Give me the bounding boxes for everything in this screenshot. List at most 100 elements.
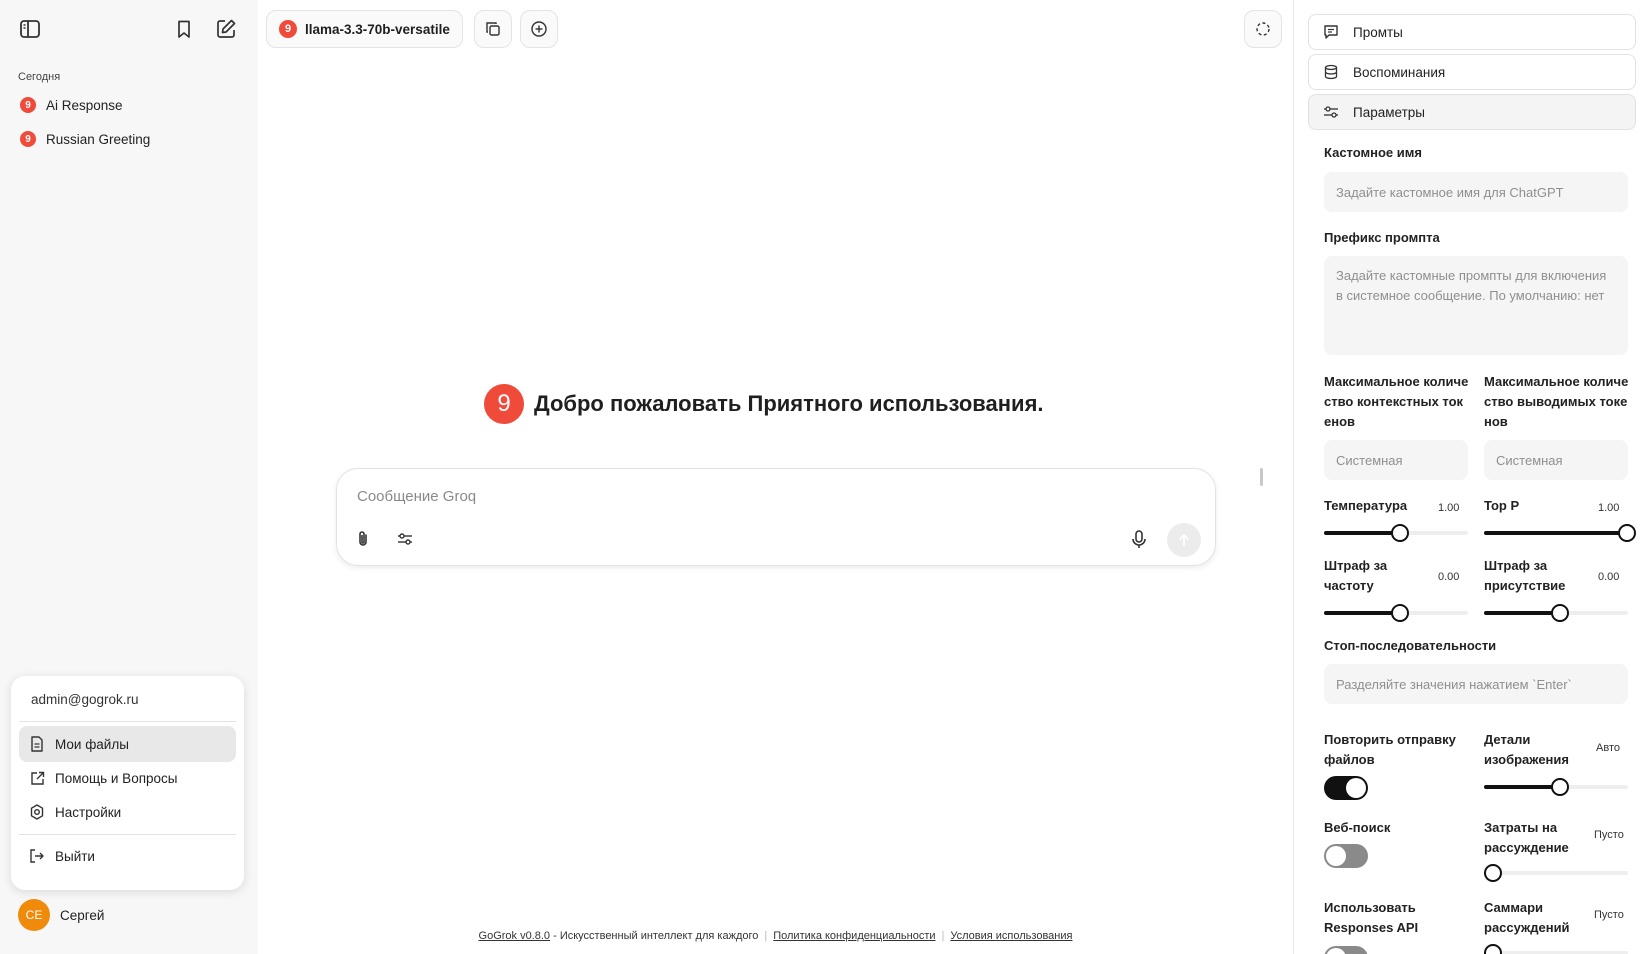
- user-email: admin@gogrok.ru: [31, 692, 139, 707]
- stop-sequences-label: Стоп-последовательности: [1324, 638, 1497, 653]
- tab-label: Воспоминания: [1353, 64, 1446, 80]
- menu-item-settings[interactable]: Настройки: [19, 794, 236, 830]
- custom-name-label: Кастомное имя: [1324, 145, 1422, 160]
- prompt-prefix-label: Префикс промпта: [1324, 230, 1440, 245]
- left-sidebar: Сегодня 9 Ai Response 9 Russian Greeting…: [0, 0, 258, 954]
- presence-penalty-slider[interactable]: [1484, 604, 1628, 622]
- web-search-label: Веб-поиск: [1324, 820, 1391, 835]
- reasoning-cost-label: Затраты на рассуждение: [1484, 820, 1569, 855]
- tab-parameters[interactable]: Параметры: [1308, 94, 1636, 130]
- resend-files-toggle[interactable]: [1324, 776, 1368, 800]
- new-chat-icon[interactable]: [213, 16, 239, 42]
- stop-sequences-input[interactable]: [1324, 664, 1628, 704]
- chat-item[interactable]: 9 Russian Greeting: [12, 123, 248, 155]
- image-detail-slider[interactable]: [1484, 778, 1628, 796]
- temporary-chat-button[interactable]: [1244, 10, 1282, 48]
- footer-separator: |: [764, 930, 768, 942]
- custom-name-input[interactable]: [1324, 172, 1628, 212]
- temperature-label: Температура: [1324, 498, 1408, 513]
- arrow-up-icon: [1177, 533, 1191, 547]
- tab-label: Промты: [1353, 24, 1403, 40]
- footer: GoGrok v0.8.0 - Искусственный интеллект …: [258, 930, 1293, 942]
- add-model-button[interactable]: [520, 10, 558, 48]
- groq-logo-icon: 9: [20, 97, 36, 113]
- chat-item-label: Ai Response: [46, 97, 123, 113]
- image-detail-label: Детали изображения: [1484, 732, 1569, 767]
- menu-item-my-files[interactable]: Мои файлы: [19, 726, 236, 762]
- top-p-label: Top P: [1484, 498, 1520, 513]
- chat-item-label: Russian Greeting: [46, 131, 151, 147]
- welcome-text: Добро пожаловать Приятного использования…: [534, 391, 1044, 416]
- file-icon: [29, 736, 45, 752]
- logout-icon: [29, 848, 45, 864]
- copy-model-button[interactable]: [474, 10, 512, 48]
- tab-label: Параметры: [1353, 104, 1425, 120]
- privacy-link[interactable]: Политика конфиденциальности: [773, 930, 935, 942]
- message-composer: [336, 468, 1216, 566]
- menu-item-label: Настройки: [55, 804, 122, 820]
- welcome-banner: 9 Добро пожаловать Приятного использован…: [484, 384, 1044, 424]
- user-profile-button[interactable]: СЕ Сергей: [18, 899, 104, 931]
- top-p-slider[interactable]: [1484, 524, 1636, 542]
- menu-divider: [19, 834, 236, 835]
- max-output-label: Максимальное количество выводимых токено…: [1484, 374, 1629, 429]
- freq-penalty-value: 0.00: [1438, 571, 1460, 583]
- tab-memories[interactable]: Воспоминания: [1308, 54, 1636, 90]
- section-label-today: Сегодня: [18, 71, 61, 83]
- settings-sliders-icon[interactable]: [391, 525, 419, 553]
- database-icon: [1323, 64, 1339, 80]
- terms-link[interactable]: Условия использования: [950, 930, 1072, 942]
- footer-brand-link[interactable]: GoGrok v0.8.0: [479, 930, 551, 942]
- max-context-label: Максимальное количество контекстных токе…: [1324, 374, 1469, 429]
- avatar: СЕ: [18, 899, 50, 931]
- gear-icon: [29, 804, 45, 820]
- resend-files-label: Повторить отправку файлов: [1324, 732, 1456, 767]
- freq-penalty-label: Штраф за частоту: [1324, 558, 1388, 593]
- prompt-prefix-textarea[interactable]: Задайте кастомные промпты для включения …: [1324, 256, 1628, 355]
- menu-item-help[interactable]: Помощь и Вопросы: [19, 760, 236, 796]
- tab-prompts[interactable]: Промты: [1308, 14, 1636, 50]
- responses-api-toggle[interactable]: [1324, 946, 1368, 954]
- menu-item-label: Мои файлы: [55, 736, 129, 752]
- microphone-icon[interactable]: [1125, 525, 1153, 553]
- footer-separator: |: [941, 930, 945, 942]
- freq-penalty-slider[interactable]: [1324, 604, 1468, 622]
- right-settings-panel: Промты Воспоминания Параметры Кастомное …: [1293, 0, 1644, 954]
- message-input[interactable]: [357, 483, 1177, 509]
- temperature-slider[interactable]: [1324, 524, 1468, 542]
- presence-penalty-label: Штраф за присутствие: [1484, 558, 1566, 593]
- presence-penalty-value: 0.00: [1598, 571, 1620, 583]
- menu-item-label: Помощь и Вопросы: [55, 770, 178, 786]
- groq-logo-icon: 9: [20, 131, 36, 147]
- temperature-value: 1.00: [1438, 502, 1460, 514]
- reasoning-cost-slider[interactable]: [1484, 864, 1628, 882]
- menu-item-label: Выйти: [55, 848, 95, 864]
- reasoning-summary-slider[interactable]: [1484, 944, 1628, 954]
- user-name: Сергей: [60, 907, 105, 923]
- dashed-chat-icon: [1255, 21, 1271, 37]
- attach-icon[interactable]: [349, 525, 377, 553]
- chat-item[interactable]: 9 Ai Response: [12, 89, 248, 121]
- model-name: llama-3.3-70b-versatile: [305, 21, 450, 37]
- max-output-input[interactable]: [1484, 440, 1628, 480]
- groq-logo-icon: 9: [484, 384, 524, 424]
- image-detail-value: Авто: [1596, 742, 1620, 754]
- user-menu: admin@gogrok.ru Мои файлы Помощь и Вопро…: [11, 676, 244, 890]
- reasoning-cost-value: Пусто: [1594, 829, 1624, 841]
- send-button[interactable]: [1167, 523, 1201, 557]
- menu-item-logout[interactable]: Выйти: [19, 838, 236, 874]
- model-selector[interactable]: 9 llama-3.3-70b-versatile: [266, 10, 463, 48]
- responses-api-label: Использовать Responses API: [1324, 900, 1419, 935]
- scrollbar-thumb[interactable]: [1260, 468, 1263, 486]
- groq-logo-icon: 9: [279, 20, 297, 38]
- copy-icon: [485, 21, 501, 37]
- external-link-icon: [29, 770, 45, 786]
- bookmark-icon[interactable]: [171, 16, 197, 42]
- footer-tagline: - Искусственный интеллект для каждого: [550, 930, 759, 942]
- web-search-toggle[interactable]: [1324, 844, 1368, 868]
- max-context-input[interactable]: [1324, 440, 1468, 480]
- menu-divider: [19, 721, 236, 722]
- toggle-sidebar-icon[interactable]: [17, 16, 43, 42]
- top-p-value: 1.00: [1598, 502, 1620, 514]
- sliders-icon: [1323, 104, 1339, 120]
